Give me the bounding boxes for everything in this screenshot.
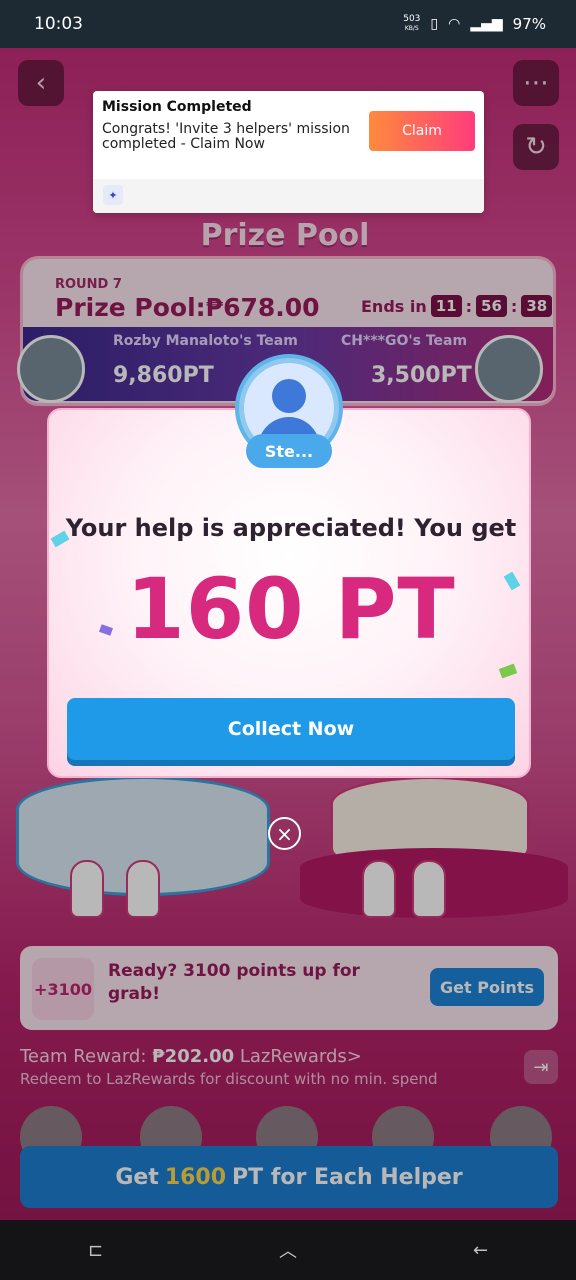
- home-icon[interactable]: ︿: [279, 1237, 297, 1263]
- status-icons: 503 KB/S ▯ ◠ ▂▄▆ 97%: [403, 14, 546, 34]
- notification-title: Mission Completed: [102, 99, 252, 115]
- helper-name: Ste...: [246, 434, 332, 468]
- battery-level: 97%: [512, 15, 546, 33]
- system-nav-bar: ⊏ ︿ ←: [0, 1220, 576, 1280]
- collect-now-button[interactable]: Collect Now: [67, 698, 515, 760]
- status-time: 10:03: [34, 14, 83, 34]
- reward-amount: 160 PT: [126, 560, 456, 658]
- wifi-icon: ◠: [448, 16, 461, 32]
- notification-footer: ✦: [93, 179, 484, 213]
- vibrate-icon: ▯: [430, 16, 439, 32]
- mission-notification[interactable]: Mission Completed Congrats! 'Invite 3 he…: [93, 91, 484, 213]
- reward-message: Your help is appreciated! You get: [65, 514, 517, 542]
- signal-icon: ▂▄▆: [470, 16, 503, 32]
- close-icon[interactable]: ×: [268, 817, 301, 850]
- recent-apps-icon[interactable]: ⊏: [88, 1240, 103, 1261]
- status-bar: 10:03 503 KB/S ▯ ◠ ▂▄▆ 97%: [0, 0, 576, 48]
- claim-button[interactable]: Claim: [369, 111, 475, 151]
- back-arrow-icon[interactable]: ←: [473, 1240, 488, 1261]
- notification-body: Congrats! 'Invite 3 helpers' mission com…: [102, 121, 350, 152]
- app-logo-icon: ✦: [103, 185, 123, 205]
- net-speed-indicator: 503 KB/S: [403, 14, 421, 33]
